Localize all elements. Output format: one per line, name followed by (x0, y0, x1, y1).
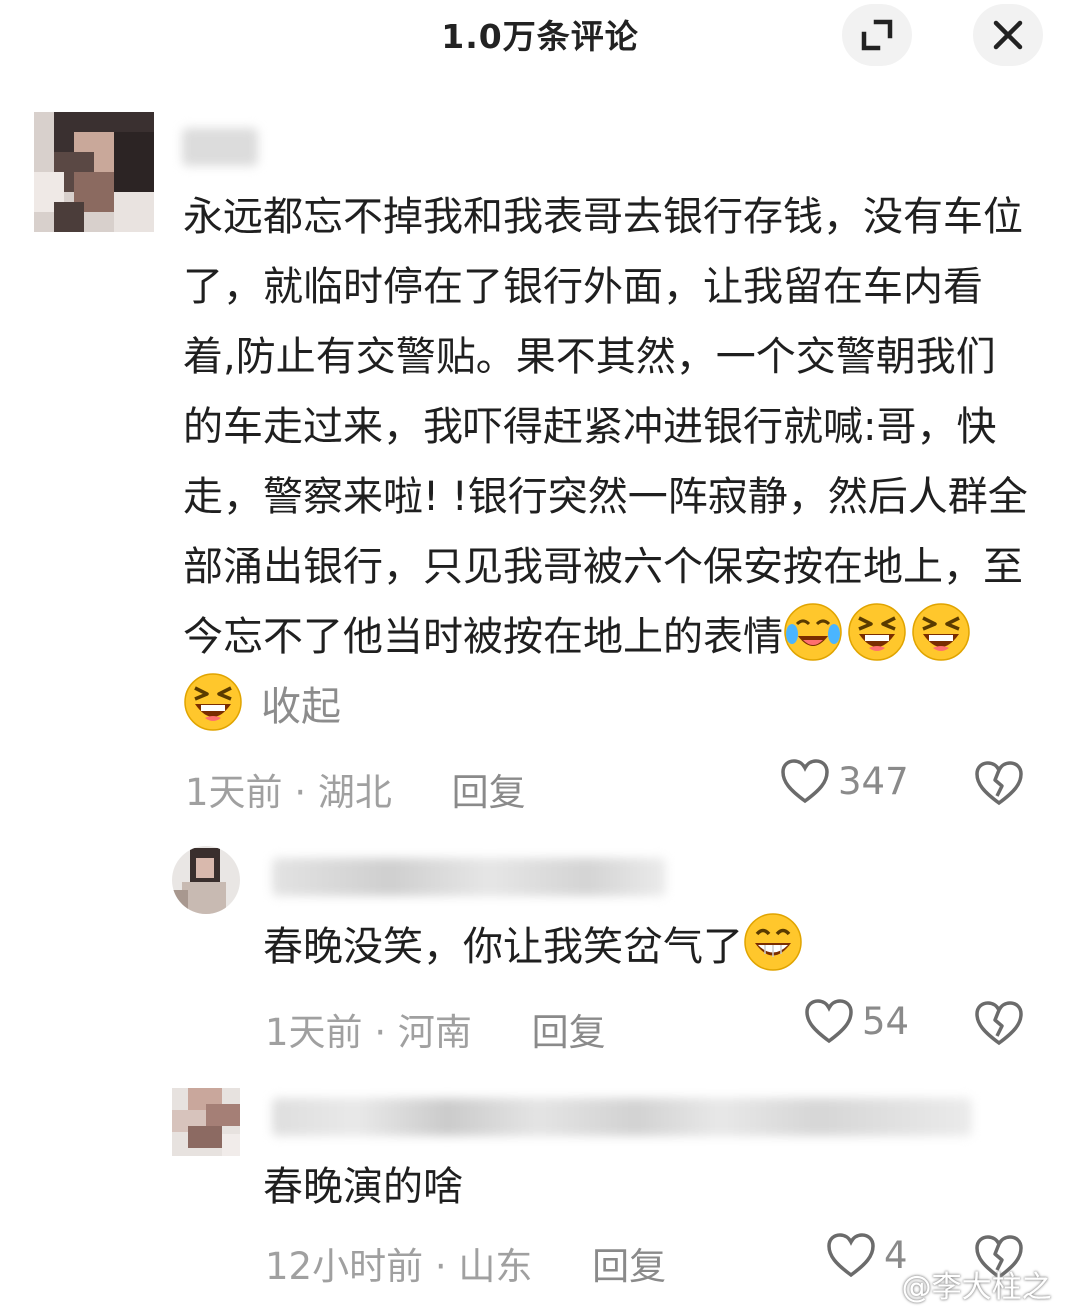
close-icon (993, 20, 1023, 50)
like-count: 54 (862, 999, 910, 1043)
username-blurred[interactable] (272, 1098, 972, 1136)
laughing-emoji (912, 603, 970, 661)
like-button[interactable]: 54 (804, 998, 909, 1044)
comment-count-title: 1.0万条评论 (441, 17, 639, 56)
avatar[interactable] (34, 112, 154, 232)
comment-meta: 1天前 · 河南 回复 (265, 1002, 606, 1056)
comment-time: 1天前 (265, 1011, 363, 1054)
comment-time: 1天前 (185, 771, 283, 814)
dislike-heart-icon[interactable] (974, 1000, 1024, 1046)
grin-emoji (744, 913, 802, 971)
watermark: @李大柱之冠 (860, 1262, 1080, 1312)
expand-button[interactable] (842, 4, 912, 66)
reply-button[interactable]: 回复 (592, 1245, 666, 1288)
avatar[interactable] (172, 1088, 240, 1156)
comment-text: 永远都忘不掉我和我表哥去银行存钱，没有车位了，就临时停在了银行外面，让我留在车内… (183, 182, 1035, 742)
meta-separator: · (434, 1245, 447, 1288)
laughing-emoji (184, 673, 242, 731)
comment-text: 春晚演的啥 (263, 1152, 1043, 1222)
laughing-emoji (848, 603, 906, 661)
reply-button[interactable]: 回复 (452, 771, 526, 814)
avatar[interactable] (172, 846, 240, 914)
like-count: 347 (838, 759, 909, 803)
comments-header: 1.0万条评论 (0, 0, 1080, 70)
meta-separator: · (374, 1011, 387, 1054)
username-blurred[interactable] (182, 128, 258, 166)
heart-icon (805, 999, 853, 1044)
crying-laugh-emoji (784, 603, 842, 661)
comment-body: 春晚演的啥 (263, 1164, 463, 1210)
watermark-text: @李大柱之冠 (901, 1270, 1052, 1305)
username-blurred[interactable] (272, 858, 666, 896)
heart-icon (781, 759, 829, 804)
comment-body: 春晚没笑，你让我笑岔气了 (263, 924, 743, 970)
close-button[interactable] (973, 4, 1043, 66)
comment-location: 河南 (397, 1011, 472, 1054)
comment-body: 永远都忘不掉我和我表哥去银行存钱，没有车位了，就临时停在了银行外面，让我留在车内… (183, 194, 1028, 660)
reply-button[interactable]: 回复 (532, 1011, 606, 1054)
comment-location: 山东 (458, 1245, 533, 1288)
dislike-heart-icon[interactable] (974, 760, 1024, 806)
comment-meta: 12小时前 · 山东 回复 (265, 1236, 666, 1290)
collapse-link[interactable]: 收起 (261, 684, 341, 730)
expand-icon (861, 19, 893, 51)
meta-separator: · (294, 771, 307, 814)
weibo-logo-icon (860, 1293, 896, 1312)
comment-text: 春晚没笑，你让我笑岔气了 (263, 912, 1043, 982)
comment-location: 湖北 (317, 771, 392, 814)
like-button[interactable]: 347 (780, 758, 909, 804)
comment-meta: 1天前 · 湖北 回复 (185, 762, 526, 816)
comment-time: 12小时前 (265, 1245, 424, 1288)
